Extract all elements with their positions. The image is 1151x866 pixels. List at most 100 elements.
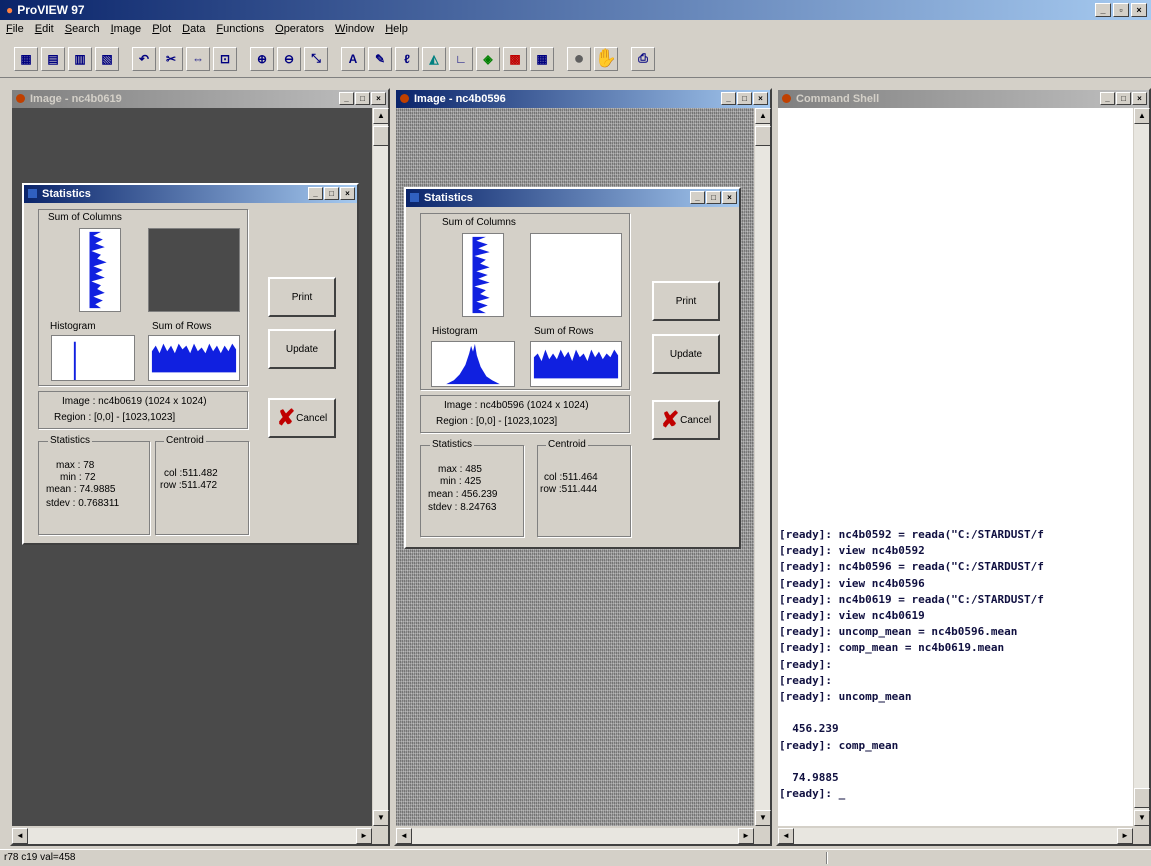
horizontal-scrollbar[interactable]: ◄ ► [12,828,372,844]
close-button[interactable]: × [1131,3,1147,17]
horizontal-scrollbar[interactable]: ◄ ► [396,828,754,844]
surface-plot-icon[interactable]: ◭ [422,46,446,71]
minimize-button[interactable]: _ [339,92,354,105]
menu-help[interactable]: Help [385,20,408,39]
menu-file[interactable]: File [6,20,24,39]
minimize-button[interactable]: _ [1095,3,1111,17]
text-icon[interactable]: A [341,46,365,71]
maximize-button[interactable]: ▫ [1113,3,1129,17]
sum-columns-label: Sum of Columns [442,217,516,228]
cut-icon[interactable]: ✂ [159,46,183,71]
close-button[interactable]: × [371,92,386,105]
minimize-button[interactable]: _ [690,191,705,204]
statistics-group-label: Statistics [430,439,475,450]
window-title-bar[interactable]: Image - nc4b0619 _ □ × [12,90,388,108]
menu-plot[interactable]: Plot [152,20,171,39]
scroll-down-icon[interactable]: ▼ [755,810,771,826]
sum-rows-plot [148,335,240,381]
scroll-down-icon[interactable]: ▼ [1134,810,1150,826]
zoom-in-icon[interactable]: ⊕ [250,46,274,71]
stdev-value: stdev : 8.24763 [428,502,497,513]
scroll-up-icon[interactable]: ▲ [755,108,771,124]
scroll-right-icon[interactable]: ► [738,828,754,844]
scroll-up-icon[interactable]: ▲ [1134,108,1150,124]
print-button[interactable]: Print [268,277,336,317]
copy-icon[interactable]: ▥ [68,46,92,71]
print-button[interactable]: Print [652,281,720,321]
menu-functions[interactable]: Functions [216,20,264,39]
close-button[interactable]: × [1132,92,1147,105]
stop-icon[interactable]: ✋ [594,46,618,71]
scroll-thumb[interactable] [373,126,389,146]
vertical-scrollbar[interactable]: ▲ ▼ [372,108,389,826]
flip-icon[interactable]: ⇔ [186,46,210,71]
window-title-bar[interactable]: Image - nc4b0596 _ □ × [396,90,770,108]
draw-icon[interactable]: ℓ [395,46,419,71]
console-line: [ready]: nc4b0596 = reada("C:/STARDUST/f [779,560,1044,574]
statistics-group-label: Statistics [48,435,93,446]
print-icon[interactable]: ⎙ [631,46,655,71]
horizontal-scrollbar[interactable]: ◄ ► [778,828,1133,844]
scroll-up-icon[interactable]: ▲ [373,108,389,124]
dialog-title-bar[interactable]: Statistics _ □ × [406,189,739,207]
console-line: [ready]: uncomp_mean = nc4b0596.mean [779,625,1018,639]
contour-icon[interactable]: ◈ [476,46,500,71]
menu-image[interactable]: Image [111,20,142,39]
scroll-down-icon[interactable]: ▼ [373,810,389,826]
maximize-button[interactable]: □ [355,92,370,105]
close-button[interactable]: × [340,187,355,200]
zoom-out-icon[interactable]: ⊖ [277,46,301,71]
region-info: Region : [0,0] - [1023,1023] [54,412,176,423]
app-title: ProVIEW 97 [17,3,85,17]
scroll-left-icon[interactable]: ◄ [12,828,28,844]
scroll-right-icon[interactable]: ► [1117,828,1133,844]
histogram-plot [51,335,135,381]
dialog-title-bar[interactable]: Statistics _ □ × [24,185,357,203]
new-image-icon[interactable]: ▦ [14,46,38,71]
color-table-icon[interactable]: ▩ [503,46,527,71]
menu-edit[interactable]: Edit [35,20,54,39]
paste-icon[interactable]: ▧ [95,46,119,71]
line-plot-icon[interactable]: ∟ [449,46,473,71]
grid-icon[interactable]: ▦ [530,46,554,71]
maximize-button[interactable]: □ [324,187,339,200]
cancel-button[interactable]: ✘ Cancel [268,398,336,438]
console-line: [ready]: nc4b0619 = reada("C:/STARDUST/f [779,592,1044,606]
scale-icon[interactable]: ⤡ [304,46,328,71]
undo-icon[interactable]: ↶ [132,46,156,71]
window-title: Image - nc4b0596 [414,93,506,105]
update-button[interactable]: Update [652,334,720,374]
minimize-button[interactable]: _ [308,187,323,200]
menu-search[interactable]: Search [65,20,100,39]
centroid-col: col :511.464 [544,472,598,483]
sum-columns-plot [79,228,121,312]
console-line: [ready]: comp_mean = nc4b0619.mean [779,641,1005,655]
maximize-button[interactable]: □ [737,92,752,105]
menu-data[interactable]: Data [182,20,205,39]
vertical-scrollbar[interactable]: ▲ ▼ [754,108,771,826]
close-button[interactable]: × [722,191,737,204]
stdev-value: stdev : 0.768311 [46,498,120,509]
scroll-thumb[interactable] [1134,788,1150,808]
menu-window[interactable]: Window [335,20,374,39]
window-title-bar[interactable]: Command Shell _ □ × [778,90,1149,108]
menu-operators[interactable]: Operators [275,20,324,39]
cancel-button[interactable]: ✘ Cancel [652,400,720,440]
scroll-left-icon[interactable]: ◄ [396,828,412,844]
minimize-button[interactable]: _ [721,92,736,105]
vertical-scrollbar[interactable]: ▲ ▼ [1133,108,1150,826]
update-label: Update [285,343,319,355]
maximize-button[interactable]: □ [706,191,721,204]
record-icon[interactable]: ● [567,46,591,71]
scroll-right-icon[interactable]: ► [356,828,372,844]
crop-icon[interactable]: ⊡ [213,46,237,71]
close-button[interactable]: × [753,92,768,105]
minimize-button[interactable]: _ [1100,92,1115,105]
maximize-button[interactable]: □ [1116,92,1131,105]
update-button[interactable]: Update [268,329,336,369]
open-icon[interactable]: ▤ [41,46,65,71]
scroll-left-icon[interactable]: ◄ [778,828,794,844]
scroll-thumb[interactable] [755,126,771,146]
brush-icon[interactable]: ✎ [368,46,392,71]
sum-columns-label: Sum of Columns [48,212,122,223]
